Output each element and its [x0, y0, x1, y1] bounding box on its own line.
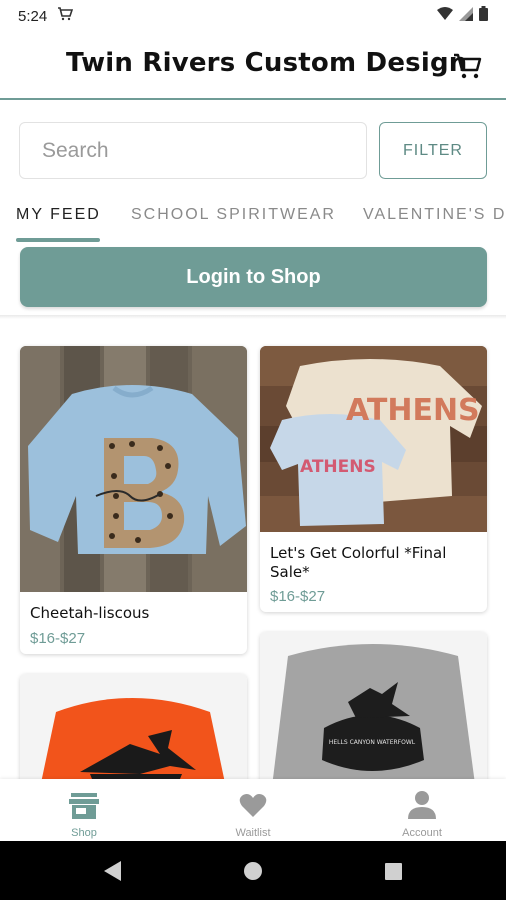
home-icon[interactable] [244, 862, 262, 880]
status-icons [437, 6, 488, 26]
product-price: $16-$27 [30, 630, 86, 647]
nav-waitlist-label: Waitlist [235, 827, 271, 839]
logo-print-text: HELLS CANYON WATERFOWL [329, 739, 416, 746]
product-image [20, 346, 247, 592]
category-tabs: MY FEED SCHOOL SPIRITWEAR VALENTINE'S D [0, 192, 506, 244]
nav-shop[interactable]: Shop [34, 785, 134, 841]
tab-valentines[interactable]: VALENTINE'S D [363, 206, 506, 224]
status-bar: 5:24 [0, 0, 506, 32]
page-title: Twin Rivers Custom Design [66, 48, 468, 78]
cart-notification-icon [57, 6, 74, 26]
battery-icon [479, 6, 488, 26]
tab-indicator [16, 238, 100, 242]
product-card[interactable]: Cheetah-liscous $16-$27 [20, 346, 247, 654]
product-image: ATHENS ATHENS [260, 346, 487, 532]
product-price: $16-$27 [270, 588, 326, 605]
product-card[interactable]: ATHENS ATHENS Let's Get Colorful *Final … [260, 346, 487, 612]
filter-button[interactable]: FILTER [379, 122, 487, 179]
tab-school-spiritwear[interactable]: SCHOOL SPIRITWEAR [131, 206, 336, 224]
status-time: 5:24 [18, 7, 48, 25]
person-icon [408, 791, 436, 819]
nav-account-label: Account [402, 827, 442, 839]
tab-my-feed[interactable]: MY FEED [16, 206, 101, 224]
athens-print-large: ATHENS [346, 393, 480, 428]
search-input[interactable]: Search [19, 122, 367, 179]
cart-button[interactable] [452, 50, 484, 82]
signal-icon [459, 6, 473, 26]
athens-print-small: ATHENS [300, 457, 376, 477]
cart-icon [454, 53, 482, 79]
recents-icon[interactable] [385, 863, 402, 880]
store-icon [69, 793, 99, 819]
product-name: Cheetah-liscous [30, 604, 150, 622]
heart-icon [239, 794, 267, 817]
bottom-navigation: Shop Waitlist Account [0, 779, 506, 841]
login-to-shop-button[interactable]: Login to Shop [20, 247, 487, 307]
search-placeholder: Search [42, 138, 109, 162]
product-name: Let's Get Colorful *Final Sale* [270, 544, 447, 581]
system-navigation-bar [0, 841, 506, 900]
divider [0, 315, 506, 319]
nav-waitlist[interactable]: Waitlist [203, 785, 303, 841]
app-header: Twin Rivers Custom Design [0, 32, 506, 100]
back-icon[interactable] [104, 861, 121, 881]
nav-shop-label: Shop [71, 827, 97, 839]
nav-account[interactable]: Account [372, 785, 472, 841]
wifi-icon [437, 6, 453, 26]
